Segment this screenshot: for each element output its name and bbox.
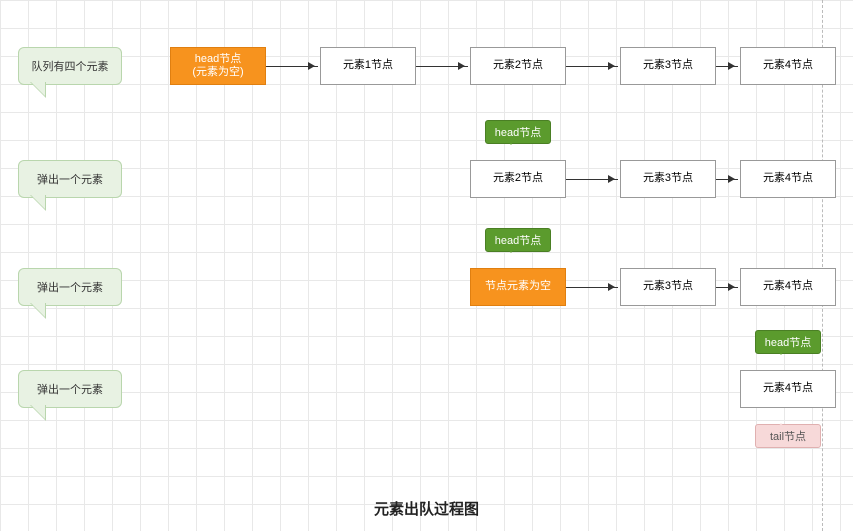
arrow-icon xyxy=(266,66,318,67)
pointer-callout: head节点 xyxy=(755,330,821,354)
list-node: 元素4节点 xyxy=(740,370,836,408)
list-node: 元素3节点 xyxy=(620,47,716,85)
list-node: 元素3节点 xyxy=(620,160,716,198)
list-node: head节点 (元素为空) xyxy=(170,47,266,85)
list-node: 元素1节点 xyxy=(320,47,416,85)
pointer-callout: head节点 xyxy=(485,228,551,252)
arrow-icon xyxy=(566,66,618,67)
arrow-icon xyxy=(566,179,618,180)
pointer-callout: tail节点 xyxy=(755,424,821,448)
speech-bubble: 弹出一个元素 xyxy=(18,160,122,198)
list-node: 元素4节点 xyxy=(740,47,836,85)
list-node: 元素2节点 xyxy=(470,47,566,85)
list-node: 元素3节点 xyxy=(620,268,716,306)
arrow-icon xyxy=(716,179,738,180)
speech-bubble: 弹出一个元素 xyxy=(18,370,122,408)
list-node: 元素2节点 xyxy=(470,160,566,198)
list-node: 元素4节点 xyxy=(740,160,836,198)
list-node: 元素4节点 xyxy=(740,268,836,306)
speech-bubble: 队列有四个元素 xyxy=(18,47,122,85)
arrow-icon xyxy=(716,66,738,67)
diagram-title: 元素出队过程图 xyxy=(0,498,853,519)
arrow-icon xyxy=(416,66,468,67)
speech-bubble: 弹出一个元素 xyxy=(18,268,122,306)
arrow-icon xyxy=(566,287,618,288)
pointer-callout: head节点 xyxy=(485,120,551,144)
arrow-icon xyxy=(716,287,738,288)
list-node: 节点元素为空 xyxy=(470,268,566,306)
